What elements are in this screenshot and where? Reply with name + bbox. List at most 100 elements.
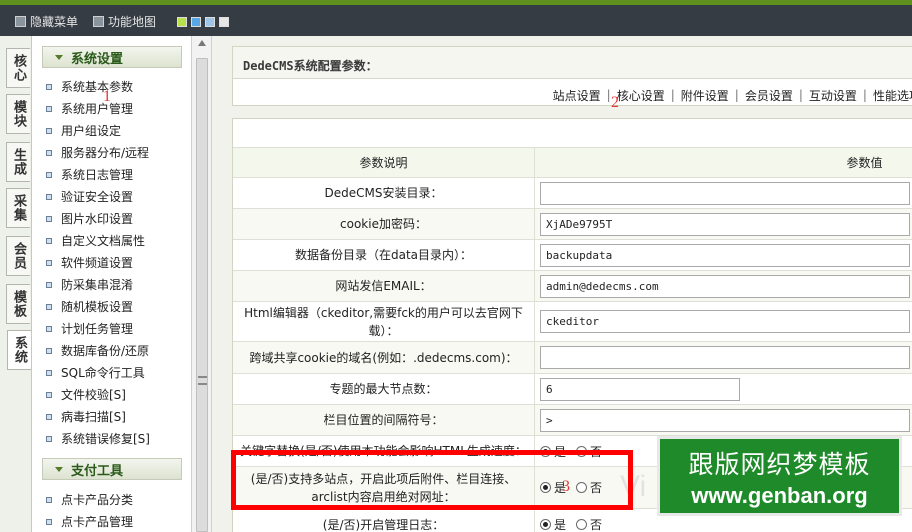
- payment-item[interactable]: 点卡产品分类: [46, 489, 133, 511]
- hide-menu-button[interactable]: 隐藏菜单: [15, 13, 78, 30]
- sidebar-item[interactable]: 系统日志管理: [46, 164, 150, 186]
- highlight-box: [231, 450, 633, 510]
- menu-label: 数据库备份/还原: [61, 344, 150, 358]
- config-tab[interactable]: 核心设置: [611, 87, 671, 104]
- config-tab[interactable]: 性能选项: [867, 87, 912, 104]
- config-tab[interactable]: 附件设置: [675, 87, 735, 104]
- param-label: DedeCMS安装目录：: [233, 178, 535, 208]
- sidebar-item[interactable]: 系统基本参数: [46, 76, 150, 98]
- section-payment-tools[interactable]: 支付工具: [42, 458, 182, 480]
- theme-swatch-blue[interactable]: [191, 17, 201, 27]
- param-input[interactable]: >: [540, 408, 910, 432]
- param-label: (是/否)开启管理日志：: [233, 509, 535, 532]
- sidebar-item[interactable]: 软件频道设置: [46, 252, 150, 274]
- site-map-button[interactable]: 功能地图: [93, 13, 156, 30]
- config-tab[interactable]: 会员设置: [739, 87, 799, 104]
- sidebar-item[interactable]: 图片水印设置: [46, 208, 150, 230]
- column-header-description: 参数说明: [233, 148, 535, 177]
- bullet-icon: [46, 497, 52, 503]
- sidebar: 系统设置 系统基本参数 系统用户管理用户组设定服务器分布/远程系统日志管理 验证安全…: [32, 36, 192, 532]
- param-label: cookie加密码：: [233, 209, 535, 239]
- theme-swatch-lightblue[interactable]: [205, 17, 215, 27]
- bullet-icon: [46, 326, 52, 332]
- param-input[interactable]: XjADe9795T: [540, 212, 910, 236]
- site-map-label: 功能地图: [108, 15, 157, 29]
- menu-label: 点卡产品管理: [61, 515, 134, 529]
- table-header: 参数说明 参数值: [233, 147, 912, 177]
- param-input[interactable]: 6: [540, 377, 740, 401]
- bullet-icon: [46, 348, 52, 354]
- radio-no[interactable]: 否: [576, 516, 602, 532]
- sidebar-item[interactable]: 计划任务管理: [46, 318, 150, 340]
- tab-system[interactable]: 系统: [7, 330, 31, 370]
- bullet-icon: [46, 392, 52, 398]
- config-row: cookie加密码： XjADe9795T: [233, 208, 912, 239]
- config-tab[interactable]: 互动设置: [803, 87, 863, 104]
- payment-item[interactable]: 点卡产品管理: [46, 511, 133, 532]
- theme-swatch-gray[interactable]: [219, 17, 229, 27]
- menu-label: 服务器分布/远程: [61, 146, 150, 160]
- tab-module[interactable]: 模块: [6, 94, 30, 134]
- bullet-icon: [46, 260, 52, 266]
- sidebar-item[interactable]: 数据库备份/还原: [46, 340, 150, 362]
- radio-yes[interactable]: 是: [540, 516, 566, 532]
- param-input[interactable]: admin@dedecms.com: [540, 274, 910, 298]
- param-input[interactable]: ckeditor: [540, 310, 910, 333]
- sidebar-item[interactable]: SQL命令行工具: [46, 362, 150, 384]
- sidebar-item[interactable]: 自定义文档属性: [46, 230, 150, 252]
- bullet-icon: [46, 238, 52, 244]
- sidebar-item[interactable]: 文件校验[S]: [46, 384, 150, 406]
- radio-button-icon: [576, 519, 588, 530]
- bullet-icon: [46, 282, 52, 288]
- config-row: 跨域共享cookie的域名(例如：.dedecms.com)：: [233, 341, 912, 373]
- tab-member[interactable]: 会员: [6, 236, 30, 276]
- table-top-spacer: [233, 119, 912, 147]
- config-row: 专题的最大节点数： 6: [233, 373, 912, 404]
- config-row: Html编辑器（ckeditor,需要fck的用户可以去官网下载）： ckedit…: [233, 301, 912, 341]
- sidebar-item[interactable]: 系统错误修复[S]: [46, 428, 150, 450]
- tab-core[interactable]: 核心: [6, 48, 30, 88]
- menu-label: 随机模板设置: [61, 300, 134, 314]
- param-input[interactable]: backupdata: [540, 243, 910, 267]
- config-tabs: 站点设置|核心设置|附件设置|会员设置|互动设置|性能选项|: [547, 85, 912, 105]
- param-input[interactable]: [540, 181, 910, 205]
- bullet-icon: [46, 106, 52, 112]
- annotation-1: 1: [103, 88, 111, 105]
- param-value: 是否: [536, 509, 612, 532]
- param-label: 网站发信EMAIL：: [233, 271, 535, 301]
- page-title: DedeCMS系统配置参数：: [233, 47, 912, 79]
- grid-icon: [93, 16, 104, 27]
- param-value: XjADe9795T: [536, 209, 910, 239]
- section-system-settings[interactable]: 系统设置: [42, 46, 182, 68]
- payment-menu: 点卡产品分类点卡产品管理: [46, 489, 133, 532]
- bullet-icon: [46, 194, 52, 200]
- section-title: 支付工具: [71, 463, 124, 479]
- sidebar-item[interactable]: 验证安全设置: [46, 186, 150, 208]
- menu-label: SQL命令行工具: [61, 366, 145, 380]
- theme-swatch-green[interactable]: [177, 17, 187, 27]
- tab-collect[interactable]: 采集: [6, 188, 30, 228]
- tab-generate[interactable]: 生成: [6, 142, 30, 182]
- bullet-icon: [46, 172, 52, 178]
- bullet-icon: [46, 216, 52, 222]
- menu-label: 系统基本参数: [61, 80, 134, 94]
- param-input[interactable]: [540, 346, 910, 369]
- sidebar-item[interactable]: 防采集串混淆: [46, 274, 150, 296]
- hide-menu-label: 隐藏菜单: [30, 15, 79, 29]
- tab-template[interactable]: 模板: [6, 284, 30, 324]
- menu-label: 防采集串混淆: [61, 278, 134, 292]
- sidebar-item[interactable]: 随机模板设置: [46, 296, 150, 318]
- sidebar-item[interactable]: 病毒扫描[S]: [46, 406, 150, 428]
- menu-label: 系统用户管理: [61, 102, 134, 116]
- sidebar-item[interactable]: 系统用户管理: [46, 98, 150, 120]
- scroll-up-icon[interactable]: [198, 40, 206, 46]
- sidebar-item[interactable]: 用户组设定: [46, 120, 150, 142]
- sidebar-item[interactable]: 服务器分布/远程: [46, 142, 150, 164]
- bullet-icon: [46, 414, 52, 420]
- drag-grip-icon[interactable]: [198, 376, 207, 385]
- panel-icon: [15, 16, 26, 27]
- sidebar-scrollbar[interactable]: [196, 58, 208, 532]
- radio-label: 是: [554, 518, 567, 532]
- config-tab[interactable]: 站点设置: [547, 87, 607, 104]
- annotation-3: 3: [562, 478, 570, 495]
